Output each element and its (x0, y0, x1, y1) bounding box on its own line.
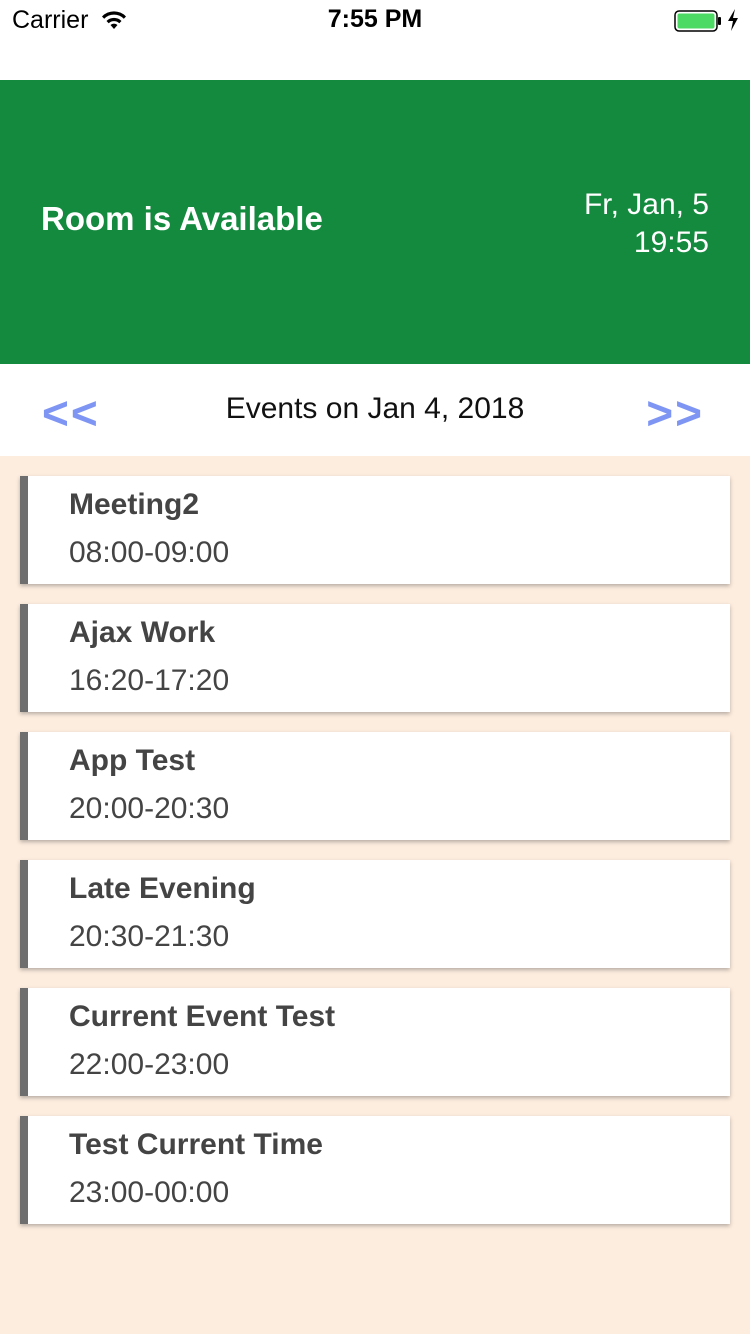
battery-icon (674, 10, 721, 32)
header-time: 19:55 (633, 226, 709, 259)
header-datetime: Fr, Jan, 5 19:55 (584, 186, 709, 262)
event-time: 16:20-17:20 (69, 664, 230, 697)
status-time: 7:55 PM (327, 5, 423, 33)
status-bar: Carrier 7:55 PM (0, 0, 750, 80)
event-card[interactable]: Current Event Test 22:00-23:00 (20, 988, 730, 1096)
date-navigation: << Events on Jan 4, 2018 >> (0, 364, 750, 456)
event-list: Meeting2 08:00-09:00 Ajax Work 16:20-17:… (20, 476, 730, 1244)
event-time: 20:30-21:30 (69, 920, 230, 953)
event-card[interactable]: Ajax Work 16:20-17:20 (20, 604, 730, 712)
header-date: Fr, Jan, 5 (583, 188, 709, 221)
room-status-text: Room is Available (41, 200, 323, 237)
event-card[interactable]: Meeting2 08:00-09:00 (20, 476, 730, 584)
event-title: Late Evening (69, 872, 256, 905)
event-card[interactable]: Test Current Time 23:00-00:00 (20, 1116, 730, 1224)
event-time: 20:00-20:30 (69, 792, 230, 825)
event-title: App Test (69, 744, 196, 777)
room-status-header: Room is Available Fr, Jan, 5 19:55 (0, 80, 750, 364)
event-card[interactable]: App Test 20:00-20:30 (20, 732, 730, 840)
event-title: Ajax Work (69, 616, 216, 649)
event-time: 23:00-00:00 (69, 1176, 230, 1209)
event-title: Current Event Test (69, 1000, 336, 1033)
app-screen: Carrier 7:55 PM Room is Available Fr, Ja… (0, 0, 750, 1334)
charging-bolt-icon (728, 9, 738, 31)
event-title: Test Current Time (69, 1128, 323, 1161)
events-date-title: Events on Jan 4, 2018 (225, 392, 525, 425)
event-card[interactable]: Late Evening 20:30-21:30 (20, 860, 730, 968)
event-time: 22:00-23:00 (69, 1048, 230, 1081)
next-day-button[interactable]: >> (646, 386, 704, 440)
event-title: Meeting2 (69, 488, 200, 521)
event-time: 08:00-09:00 (69, 536, 230, 569)
